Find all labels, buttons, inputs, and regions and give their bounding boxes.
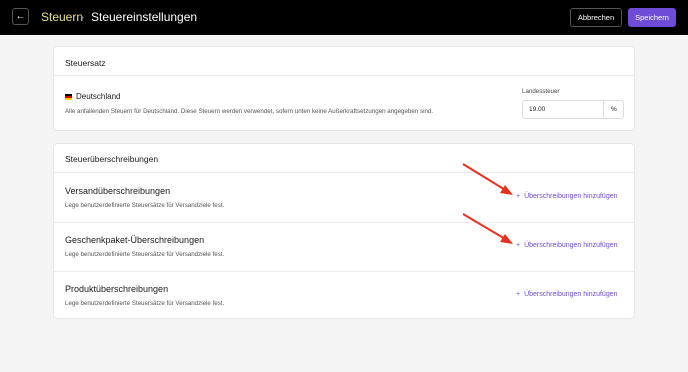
breadcrumb-separator: › [80, 10, 84, 24]
divider [54, 271, 634, 272]
plus-icon: + [516, 291, 521, 298]
arrow-left-icon: ← [15, 11, 26, 22]
product-overrides-title: Produktüberschreibungen [65, 284, 169, 294]
country-description: Alle anfallenden Steuern für Deutschland… [65, 108, 434, 115]
add-product-override-link[interactable]: + Überschreibungen hinzufügen [516, 291, 618, 298]
tax-rate-value[interactable]: 19.00 [529, 106, 545, 113]
plus-icon: + [516, 242, 521, 249]
top-bar: ← Steuern › Steuereinstellungen Abbreche… [0, 0, 688, 35]
breadcrumb-parent[interactable]: Steuern [41, 10, 83, 24]
plus-icon: + [516, 193, 521, 200]
tax-rate-label: Landessteuer [522, 88, 560, 95]
divider [54, 222, 634, 223]
cancel-button[interactable]: Abbrechen [570, 8, 622, 27]
divider [603, 101, 604, 118]
back-button[interactable]: ← [12, 8, 29, 25]
save-button[interactable]: Speichern [628, 8, 676, 27]
percent-unit: % [611, 106, 617, 113]
shipping-overrides-description: Lege benutzerdefinierte Steuersätze für … [65, 202, 225, 209]
gift-wrap-overrides-description: Lege benutzerdefinierte Steuersätze für … [65, 251, 225, 258]
divider [54, 75, 634, 76]
add-gift-wrap-override-link[interactable]: + Überschreibungen hinzufügen [516, 242, 618, 249]
page-title: Steuereinstellungen [91, 10, 198, 24]
gift-wrap-overrides-title: Geschenkpaket-Überschreibungen [65, 235, 205, 245]
divider [54, 172, 634, 173]
overrides-title: Steuerüberschreibungen [65, 154, 159, 164]
product-overrides-description: Lege benutzerdefinierte Steuersätze für … [65, 300, 225, 307]
tax-rate-input[interactable]: 19.00 % [522, 100, 624, 119]
shipping-overrides-title: Versandüberschreibungen [65, 186, 171, 196]
add-shipping-override-link[interactable]: + Überschreibungen hinzufügen [516, 193, 618, 200]
tax-overrides-card: Steuerüberschreibungen Versandüberschrei… [53, 143, 635, 319]
tax-rate-card: Steuersatz Deutschland Alle anfallenden … [53, 46, 635, 131]
germany-flag-icon [65, 94, 72, 100]
country-name: Deutschland [76, 92, 121, 101]
tax-rate-title: Steuersatz [65, 58, 106, 68]
